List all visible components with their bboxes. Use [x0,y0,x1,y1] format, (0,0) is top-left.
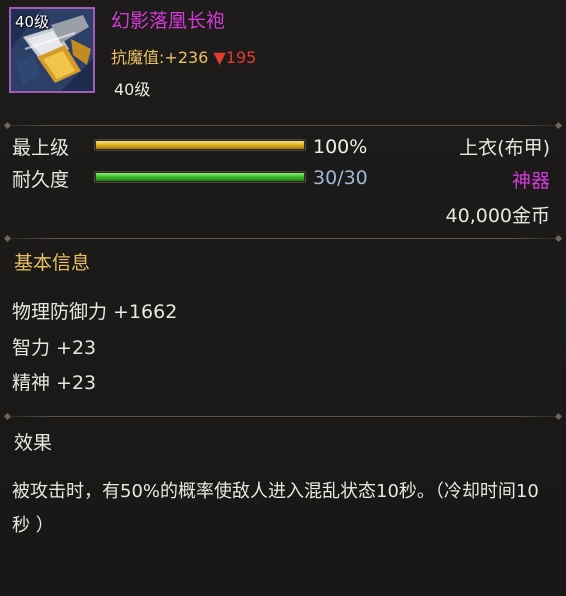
magic-resist-value: +236 [164,48,209,67]
item-tooltip: 40级 幻影落凰长袍 抗魔值:+236 ▼195 40级 最上级 100% 耐久… [0,0,566,596]
effect-description: 被攻击时，有50%的概率使敌人进入混乱状态10秒。（冷却时间10秒 ） [12,481,539,536]
item-icon-level: 40级 [15,13,50,31]
top-level-value: 100% [313,136,368,158]
durability-value: 30/30 [313,167,368,189]
item-price: 40,000金币 [445,205,550,227]
magic-resist-line: 抗魔值:+236 ▼195 [111,44,256,68]
property-line: 精神 +23 [12,372,97,394]
top-level-bar-fill [96,141,304,149]
top-level-label: 最上级 [12,137,70,159]
divider [7,238,559,239]
top-level-bar [94,139,306,151]
magic-resist-decrease: ▼195 [213,48,257,67]
durability-bar-fill [96,173,304,181]
robe-item-icon: 40级 [9,7,95,93]
slot-type: 上衣(布甲) [459,137,550,159]
durability-bar [94,171,306,183]
item-grade: 神器 [511,170,550,192]
effect-title: 效果 [14,432,53,454]
basic-info-title: 基本信息 [14,252,91,274]
divider [7,125,559,126]
magic-resist-label: 抗魔值: [111,48,165,67]
item-name: 幻影落凰长袍 [111,10,226,32]
required-level: 40级 [114,80,151,99]
property-line: 物理防御力 +1662 [12,301,178,323]
property-line: 智力 +23 [12,337,97,359]
durability-label: 耐久度 [12,169,70,191]
divider [7,416,559,417]
